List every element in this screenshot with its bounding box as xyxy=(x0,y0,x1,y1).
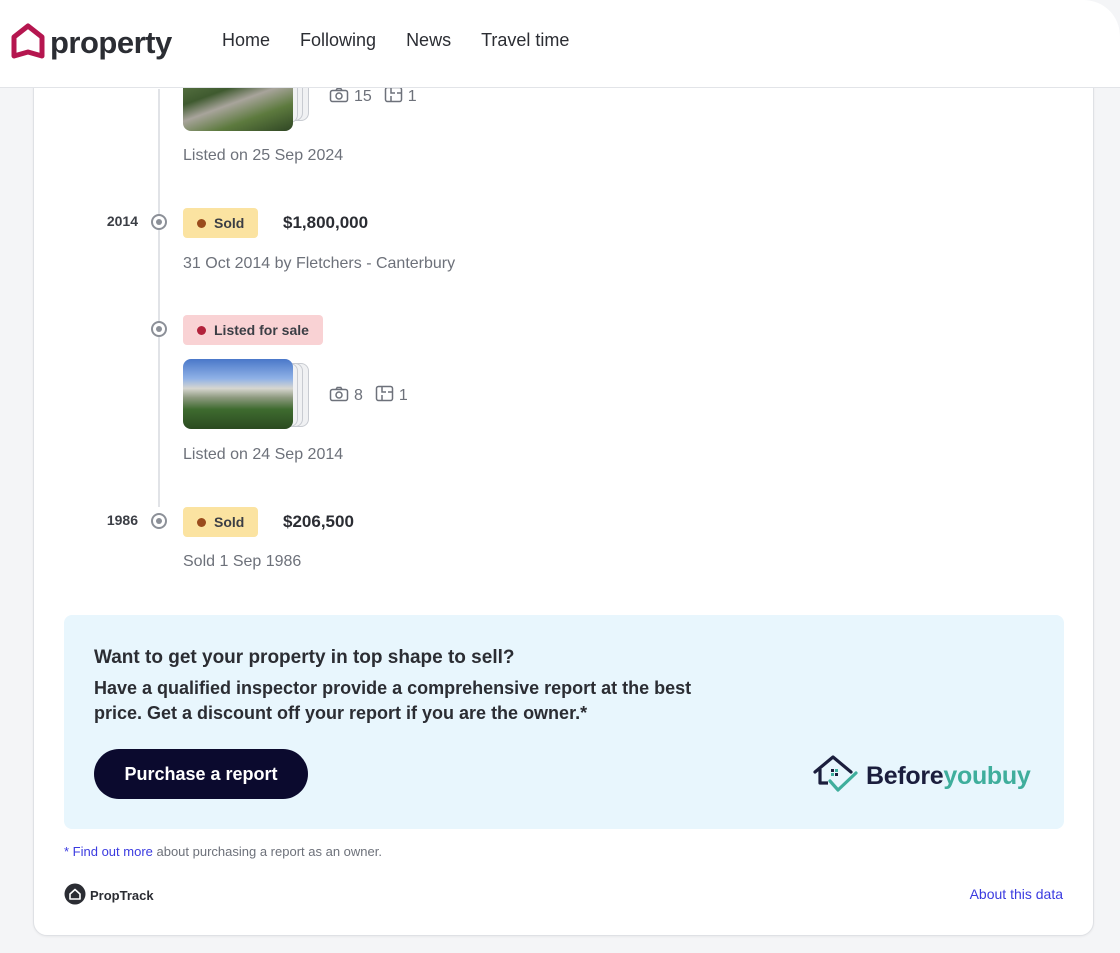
house-check-icon xyxy=(812,753,860,800)
listed-date: Listed on 24 Sep 2014 xyxy=(183,446,344,463)
photo-count: 8 xyxy=(354,387,363,404)
sale-detail: Sold 1 Sep 1986 xyxy=(183,553,302,570)
logo-text: property xyxy=(50,25,172,60)
footnote: * Find out more about purchasing a repor… xyxy=(64,844,382,859)
listing-photo xyxy=(183,359,293,429)
listing-photos-thumbnail[interactable] xyxy=(183,359,311,431)
status-badge-listed: Listed for sale xyxy=(183,315,323,345)
status-badge-sold: Sold xyxy=(183,208,259,238)
page-background: 15 1 Listed on 25 Sep 2024 2014 Sold $1,… xyxy=(0,0,1120,953)
promo-body: Have a qualified inspector provide a com… xyxy=(94,678,692,723)
about-this-data-link[interactable]: About this data xyxy=(970,886,1063,902)
floorplan-icon xyxy=(375,385,399,407)
media-counts: 15 1 xyxy=(329,86,417,108)
sale-price: $206,500 xyxy=(283,512,354,531)
timeline-dot xyxy=(151,321,167,337)
floorplan-count: 1 xyxy=(398,387,408,404)
brand-youbuy: youbuy xyxy=(943,762,1031,790)
find-out-more-link[interactable]: Find out more xyxy=(73,844,153,859)
timeline-year: 1986 xyxy=(106,512,138,528)
timeline-dot xyxy=(151,513,167,529)
main-nav: Home Following News Travel time xyxy=(222,30,599,51)
timeline-dot xyxy=(151,214,167,230)
beforeyoubuy-logo[interactable]: Beforeyoubuy xyxy=(812,753,1031,800)
camera-icon xyxy=(329,386,354,407)
brand-before: Before xyxy=(866,762,944,790)
nav-following[interactable]: Following xyxy=(300,30,376,51)
media-counts: 8 1 xyxy=(329,385,408,407)
inspection-report-promo: Want to get your property in top shape t… xyxy=(64,615,1064,829)
camera-icon xyxy=(329,87,354,108)
status-badge-sold: Sold xyxy=(183,507,259,537)
listed-date: Listed on 25 Sep 2024 xyxy=(183,147,344,164)
photo-count: 15 xyxy=(354,88,372,105)
promo-title: Want to get your property in top shape t… xyxy=(94,647,515,668)
sale-detail: 31 Oct 2014 by Fletchers - Canterbury xyxy=(183,255,456,272)
purchase-report-button[interactable]: Purchase a report xyxy=(94,749,308,799)
proptrack-logo: PropTrack xyxy=(64,883,154,908)
timeline-year: 2014 xyxy=(106,213,138,229)
floorplan-count: 1 xyxy=(407,88,417,105)
nav-news[interactable]: News xyxy=(406,30,451,51)
nav-travel-time[interactable]: Travel time xyxy=(481,30,569,51)
proptrack-icon xyxy=(64,883,90,908)
property-history-card: 15 1 Listed on 25 Sep 2024 2014 Sold $1,… xyxy=(33,57,1094,936)
sale-price: $1,800,000 xyxy=(283,213,369,232)
top-navigation-bar: property Home Following News Travel time xyxy=(0,0,1120,88)
nav-home[interactable]: Home xyxy=(222,30,270,51)
property-logo[interactable]: property xyxy=(10,22,172,64)
timeline-line xyxy=(158,89,160,507)
house-logo-icon xyxy=(10,23,46,63)
floorplan-icon xyxy=(384,86,408,108)
